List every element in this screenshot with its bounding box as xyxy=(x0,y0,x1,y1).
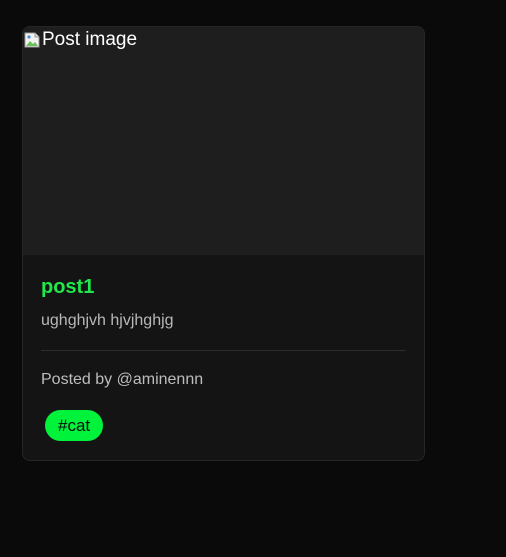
post-content: post1 ughghjvh hjvjhghjg Posted by @amin… xyxy=(23,255,424,441)
divider xyxy=(41,350,406,351)
post-image: Post image xyxy=(23,27,424,255)
post-author: Posted by @aminennn xyxy=(41,371,204,388)
image-alt-text: Post image xyxy=(42,29,138,50)
post-description: ughghjvh hjvjhghjg xyxy=(41,312,174,329)
post-image-fallback: Post image xyxy=(23,27,137,53)
post-title[interactable]: post1 xyxy=(41,272,406,302)
post-card[interactable]: Post image post1 ughghjvh hjvjhghjg Post… xyxy=(22,26,425,461)
tag-chip[interactable]: #cat xyxy=(45,410,104,441)
tag-list: #cat xyxy=(41,410,406,441)
broken-image-icon xyxy=(24,32,40,48)
